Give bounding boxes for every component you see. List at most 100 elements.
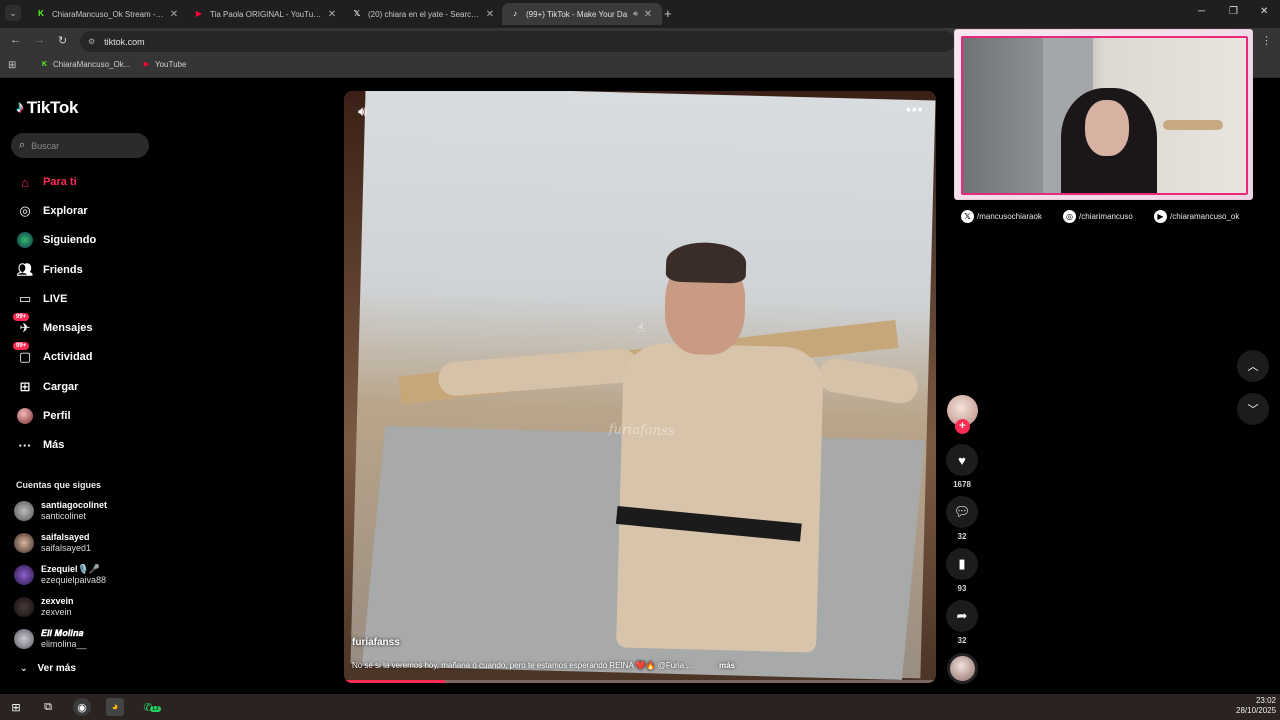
bookmark-youtube[interactable]: ▶ YouTube	[142, 60, 187, 69]
nav-perfil[interactable]: Perfil	[16, 407, 71, 425]
close-tab-icon[interactable]: ✕	[326, 9, 338, 20]
caption-more-button[interactable]: más	[719, 661, 735, 670]
previous-video-button[interactable]: ︿	[1237, 350, 1269, 382]
more-options-icon[interactable]: •••	[906, 101, 924, 117]
see-more-button[interactable]: ⌄ Ver más	[20, 663, 76, 674]
avatar	[14, 597, 34, 617]
account-name: santiagocolinet	[41, 500, 108, 510]
nav-cargar[interactable]: ⊞ Cargar	[16, 378, 79, 396]
webcam-overlay	[954, 29, 1253, 200]
account-handle: ezequielpaiva88	[41, 575, 107, 585]
following-account[interactable]: santiagocolinet santicolinet	[14, 500, 107, 522]
chrome-icon[interactable]: ◕	[106, 698, 124, 716]
nav-label: Mensajes	[43, 322, 93, 334]
close-window-button[interactable]: ✕	[1260, 6, 1268, 17]
search-box[interactable]: ⌕	[11, 133, 149, 158]
follow-plus-button[interactable]: +	[955, 419, 970, 434]
obs-icon[interactable]: ◉	[73, 698, 91, 716]
minimize-button[interactable]: ─	[1198, 6, 1205, 17]
restore-button[interactable]: ❐	[1229, 6, 1238, 17]
apps-grid-icon[interactable]: ⊞	[8, 60, 16, 71]
nav-live[interactable]: ▭ LIVE	[16, 290, 68, 308]
save-action[interactable]: ▮ 93	[946, 548, 978, 593]
search-input[interactable]	[31, 140, 132, 151]
nav-label: Más	[43, 439, 65, 451]
share-action[interactable]: ➦ 32	[946, 600, 978, 645]
tab-youtube[interactable]: ▶ Tia Paola ORIGINAL - YouTube ✕	[186, 3, 346, 25]
task-view-icon[interactable]: ⧉	[39, 698, 57, 716]
nav-friends[interactable]: 👥︎ Friends	[16, 261, 83, 279]
close-tab-icon[interactable]: ✕	[484, 9, 496, 20]
account-name: saifalsayed	[41, 532, 90, 542]
heart-icon[interactable]: ♥	[946, 444, 978, 476]
youtube-icon: ▶	[195, 9, 203, 18]
whatsapp-icon[interactable]: ✆ 13	[139, 698, 161, 716]
brand-name: TikTok	[26, 98, 79, 117]
social-handle: /chiaramancuso_ok	[1170, 212, 1240, 221]
video-player[interactable]: furiafanss 🔊︎ ••• ☝ furiafanss No sé si …	[344, 91, 936, 683]
webcam-feed	[961, 36, 1248, 195]
tab-kick-stream[interactable]: K ChiaraMancuso_Ok Stream - W ✕	[28, 3, 188, 25]
nav-mas[interactable]: ··· Más	[16, 436, 65, 454]
tab-title: (99+) TikTok - Make Your Da	[526, 9, 628, 19]
speaker-icon[interactable]: 🔊︎	[633, 9, 638, 19]
volume-icon[interactable]: 🔊︎	[358, 103, 367, 120]
like-action[interactable]: ♥ 1678	[946, 444, 978, 489]
comment-icon[interactable]: 💬︎	[946, 496, 978, 528]
following-account[interactable]: zexvein zexvein	[14, 596, 74, 618]
tab-tiktok[interactable]: ♪ (99+) TikTok - Make Your Da 🔊︎ ✕	[502, 3, 662, 25]
social-instagram: ◎ /chiarimancuso	[1063, 210, 1133, 223]
next-video-button[interactable]: ﹀	[1237, 393, 1269, 425]
comment-count: 32	[957, 532, 967, 541]
reload-button[interactable]: ↻	[58, 34, 67, 47]
bookmark-icon[interactable]: ▮	[946, 548, 978, 580]
more-icon: ···	[18, 437, 32, 453]
comment-action[interactable]: 💬︎ 32	[946, 496, 978, 541]
instagram-icon: ◎	[1063, 210, 1076, 223]
following-heading: Cuentas que sigues	[16, 480, 102, 490]
tiktok-icon: ♪	[513, 9, 517, 18]
webcam-table	[1163, 120, 1223, 130]
tab-x-search[interactable]: 𝕏 (20) chiara en el yate - Search / ✕	[344, 3, 504, 25]
following-account[interactable]: 𝑬𝒍𝒊 𝑴𝒐𝒍𝒊𝒏𝒂 elimolina__	[14, 628, 87, 650]
webcam-face	[1085, 100, 1129, 156]
video-frame: furiafanss	[350, 91, 936, 680]
share-icon[interactable]: ➦	[946, 600, 978, 632]
address-bar[interactable]: ⚙ tiktok.com	[80, 31, 955, 52]
video-progress-bar[interactable]	[344, 680, 936, 683]
close-tab-icon[interactable]: ✕	[168, 9, 180, 20]
browser-menu-icon[interactable]: ⋮	[1261, 34, 1272, 47]
nav-siguiendo[interactable]: Siguiendo	[16, 231, 96, 249]
following-account[interactable]: Ezequiel🎙️🎤 ezequielpaiva88	[14, 564, 106, 586]
music-disc-icon[interactable]	[947, 653, 978, 684]
tiktok-icon: ♪	[16, 99, 24, 116]
bookmark-label: ChiaraMancuso_Ok...	[53, 60, 131, 69]
tab-search-button[interactable]: ⌄	[5, 5, 21, 21]
tiktok-logo[interactable]: ♪ TikTok	[16, 98, 78, 118]
friends-icon: 👥︎	[16, 262, 34, 277]
kick-icon: K	[41, 61, 48, 68]
video-watermark: furiafanss	[608, 422, 675, 439]
back-button[interactable]: ←	[10, 34, 21, 46]
see-more-label: Ver más	[37, 663, 76, 674]
site-info-icon[interactable]: ⚙	[88, 37, 95, 46]
forward-button[interactable]: →	[34, 34, 45, 46]
windows-taskbar: ⊞ ⧉ ◉ ◕ ✆ 13 23:02 28/10/2025	[0, 694, 1280, 720]
nav-actividad[interactable]: ▢ 99+ Actividad	[13, 342, 93, 366]
browser-tab-strip: ⌄ K ChiaraMancuso_Ok Stream - W ✕ ▶ Tia …	[0, 0, 1280, 28]
following-account[interactable]: saifalsayed saifalsayed1	[14, 532, 91, 554]
home-icon: ⌂	[21, 174, 29, 190]
nav-mensajes[interactable]: ✈ 99+ Mensajes	[13, 313, 93, 337]
clock[interactable]: 23:02 28/10/2025	[1236, 696, 1276, 716]
nav-para-ti[interactable]: ⌂ Para ti	[16, 173, 77, 191]
clock-date: 28/10/2025	[1236, 706, 1277, 715]
video-author[interactable]: furiafanss	[352, 637, 400, 648]
windows-start-icon[interactable]: ⊞	[7, 698, 25, 716]
bookmark-kick[interactable]: K ChiaraMancuso_Ok...	[40, 60, 130, 69]
close-tab-icon[interactable]: ✕	[642, 9, 654, 20]
url-text: tiktok.com	[104, 36, 145, 47]
nav-label: Perfil	[43, 410, 71, 422]
new-tab-button[interactable]: +	[664, 6, 672, 21]
nav-explorar[interactable]: ◎ Explorar	[16, 202, 88, 220]
nav-label: Explorar	[43, 205, 88, 217]
